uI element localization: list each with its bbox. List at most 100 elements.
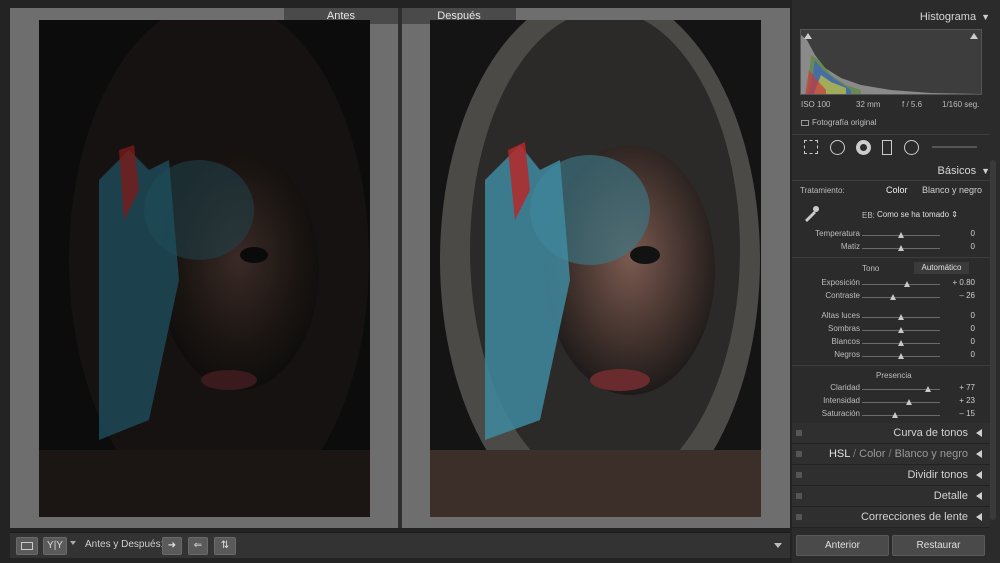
wb-dropdown[interactable]: Como se ha tomado ⇕ (877, 210, 958, 219)
expand-triangle-icon (976, 471, 982, 479)
tab-bw[interactable]: Blanco y negro (895, 448, 968, 460)
after-photo[interactable] (430, 20, 761, 517)
slider-thumb[interactable] (925, 386, 932, 392)
reset-button[interactable]: Restaurar (892, 535, 985, 556)
slider-value[interactable]: + 77 (959, 383, 975, 392)
slider-thumb[interactable] (905, 399, 912, 405)
red-eye-icon[interactable] (856, 140, 871, 155)
before-pane: Antes (10, 8, 398, 528)
shadow-clipping-icon[interactable] (804, 33, 812, 39)
slider-value[interactable]: 0 (971, 311, 975, 320)
detail-panel-header[interactable]: Detalle (792, 486, 990, 507)
presence-label: Presencia (876, 371, 912, 380)
slider-value[interactable]: 0 (971, 324, 975, 333)
lens-corrections-panel-header[interactable]: Correcciones de lente (792, 507, 990, 528)
loupe-view-button[interactable] (16, 537, 38, 555)
slider-value[interactable]: 0 (971, 337, 975, 346)
before-after-compare-view: Antes Después (10, 8, 790, 528)
adjustment-brush-icon[interactable] (932, 146, 977, 148)
slider-value[interactable]: + 23 (959, 396, 975, 405)
treatment-bw-button[interactable]: Blanco y negro (922, 185, 982, 195)
original-photo-label: Fotografía original (812, 118, 877, 127)
treatment-color-button[interactable]: Color (886, 185, 908, 195)
tone-curve-panel-header[interactable]: Curva de tonos (792, 423, 990, 444)
slider-thumb[interactable] (898, 340, 904, 346)
bottom-toolbar: Y|Y Antes y Después: ➜ ⇐ ⇅ (10, 532, 790, 558)
panel-scrollbar[interactable] (990, 160, 996, 520)
slider-thumb[interactable] (891, 412, 898, 418)
iso-value: ISO 100 (801, 100, 831, 109)
slider-thumb[interactable] (898, 314, 904, 320)
slider-value[interactable]: + 0.80 (953, 278, 975, 287)
radial-filter-icon[interactable] (904, 140, 919, 155)
slider-thumb[interactable] (898, 245, 904, 251)
slider-thumb[interactable] (898, 353, 904, 359)
slider-value[interactable]: – 15 (959, 409, 975, 418)
arrow-right-icon: ➜ (167, 540, 177, 551)
slider-thumb[interactable] (898, 327, 904, 333)
before-photo[interactable] (39, 20, 370, 517)
after-pane: Después (402, 8, 790, 528)
slider-track[interactable] (862, 294, 940, 300)
wb-value: Como se ha tomado (877, 210, 950, 219)
panel-switch-icon[interactable] (796, 430, 802, 436)
hsl-panel-header[interactable]: HSL / Color / Blanco y negro (792, 444, 990, 465)
original-photo-toggle[interactable]: Fotografía original (801, 118, 876, 127)
tab-color[interactable]: Color (859, 448, 885, 460)
slider-value[interactable]: 0 (971, 350, 975, 359)
tab-hsl[interactable]: HSL (829, 448, 850, 460)
swap-before-after-button[interactable]: ⇅ (214, 537, 236, 555)
slider-value[interactable]: 0 (971, 242, 975, 251)
tone-curve-label: Curva de tonos (893, 427, 968, 439)
histogram[interactable] (800, 29, 982, 95)
panel-switch-icon[interactable] (796, 472, 802, 478)
slider-value[interactable]: – 26 (959, 291, 975, 300)
shutter-speed: 1/160 seg. (942, 100, 980, 109)
slider-thumb[interactable] (890, 294, 897, 300)
panel-switch-icon[interactable] (796, 514, 802, 520)
basics-header[interactable]: Básicos ▼ (938, 165, 990, 177)
slider-label: Saturación (821, 409, 860, 418)
slider-label: Matiz (840, 242, 860, 251)
panel-switch-icon[interactable] (796, 451, 802, 457)
previous-button[interactable]: Anterior (796, 535, 889, 556)
spot-removal-icon[interactable] (830, 140, 845, 155)
slider-track[interactable] (862, 386, 940, 392)
highlight-clipping-icon[interactable] (970, 33, 978, 39)
copy-after-to-before-button[interactable]: ⇐ (188, 537, 208, 555)
copy-before-to-after-button[interactable]: ➜ (162, 537, 182, 555)
separator (792, 180, 990, 181)
eyedropper-icon[interactable] (802, 205, 820, 223)
separator (792, 257, 990, 258)
slider-track[interactable] (862, 314, 940, 320)
before-after-view-button[interactable]: Y|Y (43, 537, 67, 555)
view-mode-dropdown-icon[interactable] (70, 541, 76, 545)
separator (792, 365, 990, 366)
slider-label: Blancos (831, 337, 860, 346)
slider-track[interactable] (862, 399, 940, 405)
slider-track[interactable] (862, 412, 940, 418)
slider-track[interactable] (862, 232, 940, 238)
auto-tone-button[interactable]: Automático (914, 262, 969, 274)
slider-thumb[interactable] (904, 281, 911, 287)
slider-thumb[interactable] (898, 232, 904, 238)
histogram-title: Histograma (919, 11, 977, 23)
slider-track[interactable] (862, 281, 940, 287)
slider-track[interactable] (862, 340, 940, 346)
crop-tool-icon[interactable] (804, 140, 818, 154)
basics-title: Básicos (937, 165, 977, 177)
hsl-tabs: HSL / Color / Blanco y negro (828, 448, 968, 460)
slider-track[interactable] (862, 327, 940, 333)
split-toning-panel-header[interactable]: Dividir tonos (792, 465, 990, 486)
expand-triangle-icon (976, 513, 982, 521)
slider-track[interactable] (862, 245, 940, 251)
panel-switch-icon[interactable] (796, 493, 802, 499)
expand-triangle-icon (976, 450, 982, 458)
slider-label: Negros (834, 350, 860, 359)
slider-track[interactable] (862, 353, 940, 359)
collapse-triangle-icon: ▼ (981, 12, 990, 22)
histogram-header[interactable]: Histograma ▼ (920, 11, 990, 23)
toolbar-menu-icon[interactable] (774, 543, 782, 548)
slider-value[interactable]: 0 (971, 229, 975, 238)
graduated-filter-icon[interactable] (882, 140, 892, 155)
